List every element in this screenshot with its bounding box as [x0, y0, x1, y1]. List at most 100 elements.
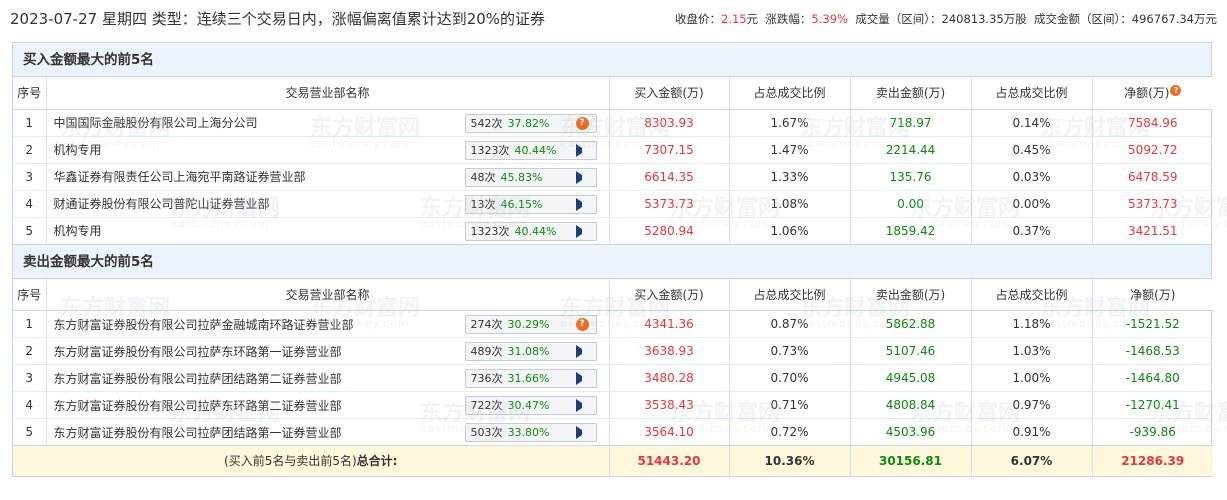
- broker-times: 48次: [470, 170, 496, 184]
- row-buy-ratio: 1.08%: [729, 190, 851, 218]
- col-buy-ratio: 占总成交比例: [729, 77, 851, 110]
- broker-name-link[interactable]: 财通证券股份有限公司普陀山证券营业部: [54, 197, 270, 211]
- broker-name-link[interactable]: 东方财富证券股份有限公司拉萨团结路第二证券营业部: [54, 372, 342, 386]
- broker-stats-pill[interactable]: 1323次 40.44%: [464, 140, 597, 160]
- row-sell-ratio: 0.14%: [971, 109, 1093, 137]
- row-sell-ratio: 0.00%: [971, 190, 1093, 218]
- broker-name-link[interactable]: 华鑫证券有限责任公司上海宛平南路证券营业部: [54, 170, 306, 184]
- row-buy: 3638.93: [609, 337, 730, 365]
- col-sell: 卖出金额(万): [850, 77, 972, 110]
- broker-win-rate: 46.15%: [500, 197, 543, 211]
- broker-win-rate: 33.80%: [507, 426, 550, 439]
- row-net: 5092.72: [1092, 136, 1213, 164]
- broker-win-rate: 30.47%: [507, 399, 550, 412]
- row-net: -1521.52: [1092, 310, 1213, 338]
- broker-times: 503次: [470, 426, 503, 439]
- row-seq: 4: [13, 391, 47, 419]
- amount-value: 496767.34万元: [1131, 12, 1217, 26]
- broker-stats-pill[interactable]: 13次 46.15%: [464, 194, 597, 214]
- row-name-cell: 华鑫证券有限责任公司上海宛平南路证券营业部 48次 45.83%: [46, 163, 610, 191]
- total-sell: 30156.81: [850, 445, 972, 476]
- total-buy-ratio: 10.36%: [729, 445, 851, 476]
- total-label-bold: 总合计:: [356, 454, 398, 469]
- broker-win-rate: 45.83%: [500, 170, 543, 184]
- row-buy: 6614.35: [609, 163, 730, 191]
- broker-times: 1323次: [470, 143, 510, 157]
- row-seq: 2: [13, 136, 47, 164]
- table-row: 3 东方财富证券股份有限公司拉萨团结路第二证券营业部 736次 31.66% 3480.…: [13, 364, 1213, 392]
- broker-name-link[interactable]: 中国国际金融股份有限公司上海分公司: [54, 116, 258, 130]
- play-arrow-icon[interactable]: [575, 197, 589, 211]
- sell-table: 序号 交易营业部名称 买入金额(万) 占总成交比例 卖出金额(万) 占总成交比例…: [13, 278, 1213, 476]
- table-row: 4 财通证券股份有限公司普陀山证券营业部 13次 46.15% 5373.73 1.08%…: [13, 190, 1213, 218]
- play-arrow-icon[interactable]: [575, 345, 589, 358]
- col-net: 净额(万)?: [1092, 77, 1213, 110]
- row-name-cell: 东方财富证券股份有限公司拉萨金融城南环路证券营业部 274次 30.29%?: [46, 310, 610, 338]
- broker-times: 13次: [470, 197, 496, 211]
- col-net-label: 净额(万): [1124, 86, 1170, 101]
- broker-stats-pill[interactable]: 48次 45.83%: [464, 167, 597, 187]
- row-sell: 135.76: [850, 163, 972, 191]
- row-buy-ratio: 0.71%: [729, 391, 851, 419]
- row-seq: 5: [13, 217, 47, 245]
- broker-stats-pill[interactable]: 489次 31.08%: [464, 342, 597, 361]
- row-buy-ratio: 1.06%: [729, 217, 851, 245]
- broker-name-link[interactable]: 机构专用: [54, 143, 102, 157]
- row-sell: 4808.84: [850, 391, 972, 419]
- broker-name-link[interactable]: 东方财富证券股份有限公司拉萨东环路第二证券营业部: [54, 399, 342, 413]
- play-arrow-icon[interactable]: [575, 399, 589, 412]
- amount-label: 成交金额（区间）：: [1034, 12, 1132, 26]
- broker-stats-pill[interactable]: 274次 30.29%?: [464, 315, 597, 334]
- broker-stats-pill[interactable]: 503次 33.80%: [464, 423, 597, 442]
- broker-times: 274次: [470, 318, 503, 331]
- question-icon[interactable]: ?: [575, 318, 589, 331]
- play-arrow-icon[interactable]: [575, 143, 589, 157]
- row-seq: 5: [13, 418, 47, 446]
- help-icon[interactable]: ?: [1170, 85, 1182, 97]
- row-sell-ratio: 1.18%: [971, 310, 1093, 338]
- table-row: 4 东方财富证券股份有限公司拉萨东环路第二证券营业部 722次 30.47% 3538.…: [13, 391, 1213, 419]
- broker-times: 736次: [470, 372, 503, 385]
- row-seq: 1: [13, 310, 47, 338]
- broker-name-link[interactable]: 东方财富证券股份有限公司拉萨东环路第一证券营业部: [54, 345, 342, 359]
- broker-stats-pill[interactable]: 1323次 40.44%: [464, 221, 597, 241]
- total-body: (买入前5名与卖出前5名)总合计: 51443.20 10.36% 30156.…: [13, 445, 1213, 476]
- col-buy-ratio: 占总成交比例: [729, 278, 851, 311]
- broker-stats-pill[interactable]: 736次 31.66%: [464, 369, 597, 388]
- broker-win-rate: 31.08%: [507, 345, 550, 358]
- table-row: 2 东方财富证券股份有限公司拉萨东环路第一证券营业部 489次 31.08% 3638.…: [13, 337, 1213, 365]
- volume-value: 240813.35万股: [941, 12, 1027, 26]
- row-buy: 3480.28: [609, 364, 730, 392]
- row-buy: 5373.73: [609, 190, 730, 218]
- row-buy: 7307.15: [609, 136, 730, 164]
- row-sell-ratio: 0.91%: [971, 418, 1093, 446]
- play-arrow-icon[interactable]: [575, 170, 589, 184]
- play-arrow-icon[interactable]: [575, 224, 589, 238]
- play-arrow-icon[interactable]: [575, 372, 589, 385]
- broker-stats-pill[interactable]: 542次 37.82%?: [464, 113, 597, 133]
- row-buy: 8303.93: [609, 109, 730, 137]
- row-sell-ratio: 0.97%: [971, 391, 1093, 419]
- row-name-cell: 中国国际金融股份有限公司上海分公司 542次 37.82%?: [46, 109, 610, 137]
- play-arrow-icon[interactable]: [575, 426, 589, 439]
- row-net: 7584.96: [1092, 109, 1213, 137]
- row-buy: 4341.36: [609, 310, 730, 338]
- row-buy-ratio: 0.73%: [729, 337, 851, 365]
- row-name-cell: 机构专用 1323次 40.44%: [46, 217, 610, 245]
- row-seq: 1: [13, 109, 47, 137]
- broker-name-link[interactable]: 东方财富证券股份有限公司拉萨团结路第一证券营业部: [54, 426, 342, 440]
- col-seq: 序号: [13, 77, 47, 110]
- broker-name-link[interactable]: 东方财富证券股份有限公司拉萨金融城南环路证券营业部: [54, 318, 354, 332]
- total-sell-ratio: 6.07%: [971, 445, 1093, 476]
- row-name-cell: 东方财富证券股份有限公司拉萨团结路第二证券营业部 736次 31.66%: [46, 364, 610, 392]
- broker-stats-pill[interactable]: 722次 30.47%: [464, 396, 597, 415]
- row-sell-ratio: 1.03%: [971, 337, 1093, 365]
- row-net: -1468.53: [1092, 337, 1213, 365]
- table-row: 1 东方财富证券股份有限公司拉萨金融城南环路证券营业部 274次 30.29%? 434…: [13, 310, 1213, 338]
- broker-name-link[interactable]: 机构专用: [54, 224, 102, 238]
- col-sell-ratio: 占总成交比例: [971, 278, 1093, 311]
- row-buy-ratio: 1.47%: [729, 136, 851, 164]
- question-icon[interactable]: ?: [575, 116, 589, 130]
- row-sell-ratio: 1.00%: [971, 364, 1093, 392]
- row-net: 3421.51: [1092, 217, 1213, 245]
